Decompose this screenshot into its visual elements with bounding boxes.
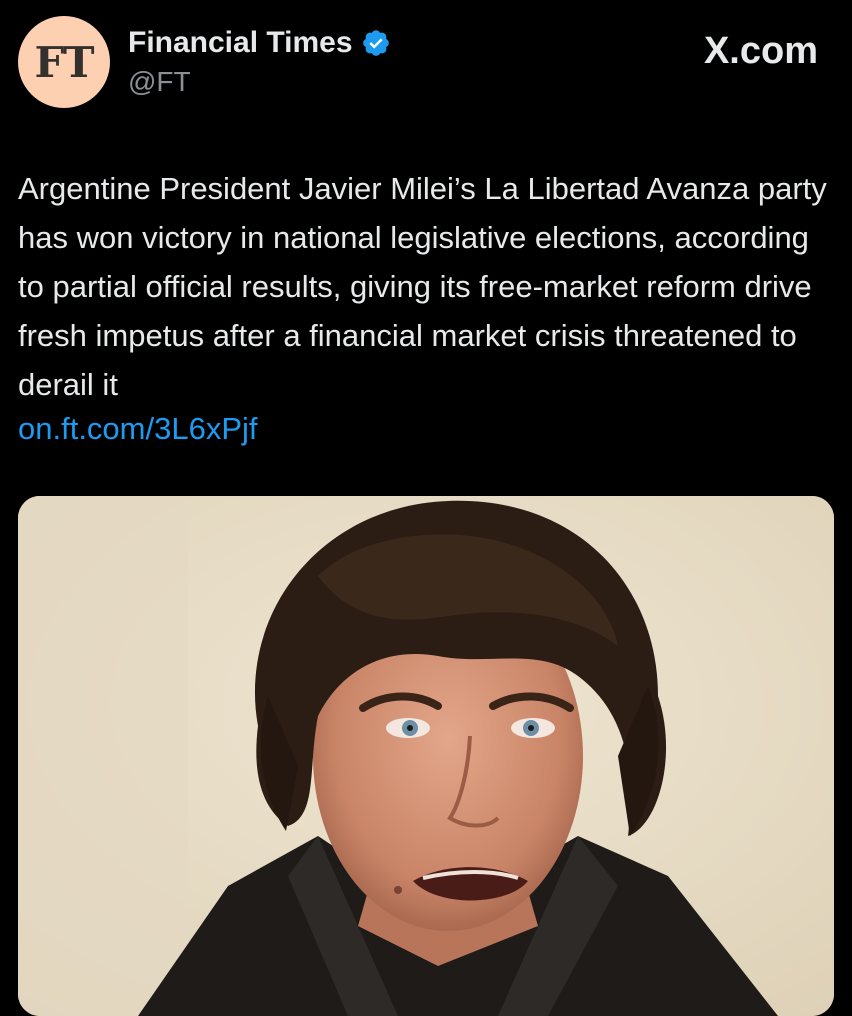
tweet-link[interactable]: on.ft.com/3L6xPjf [18,409,258,449]
verified-badge-icon [361,28,391,58]
tweet-media-image[interactable] [18,496,834,1016]
user-handle[interactable]: @FT [128,66,191,98]
name-row: Financial Times [128,26,391,60]
tweet-text: Argentine President Javier Milei’s La Li… [18,171,827,402]
profile-avatar[interactable]: FT [18,16,110,108]
portrait-photo [18,496,834,1016]
display-name[interactable]: Financial Times [128,26,353,60]
x-brand-watermark: X.com [703,30,818,72]
avatar-logo-text: FT [34,37,94,87]
tweet-header: FT Financial Times @FT X.com [0,0,852,130]
